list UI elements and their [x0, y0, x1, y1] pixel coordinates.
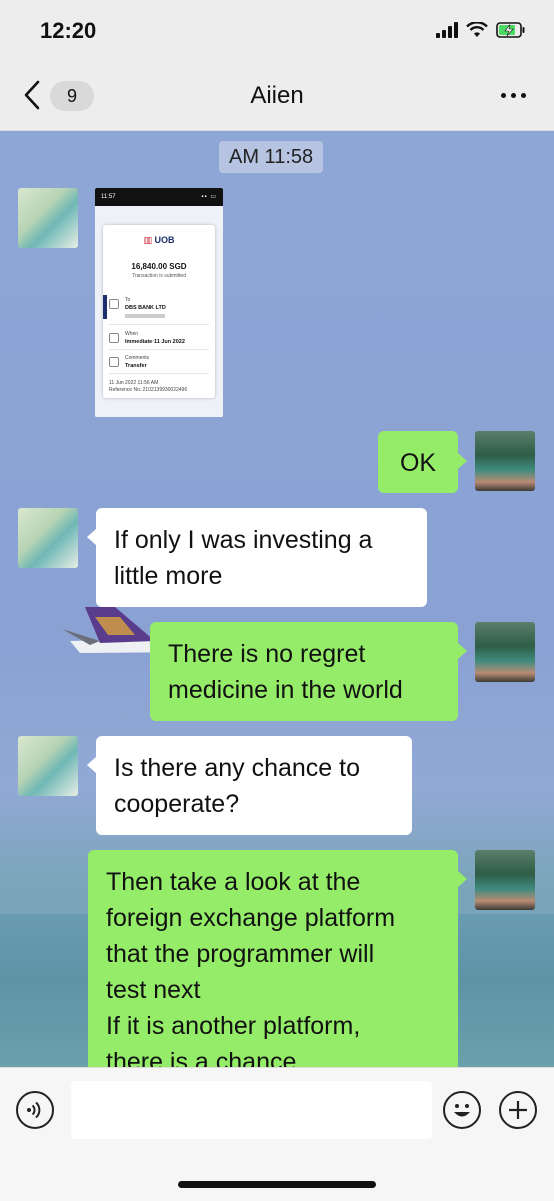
receipt-when-value: Immediate·11 Jun 2022: [125, 339, 185, 345]
my-avatar[interactable]: [475, 850, 535, 910]
message-text: Then take a look at the: [106, 868, 361, 896]
chat-area[interactable]: AM 11:58 11:57 ▪▪ ▭ ▥ UOB 16,840.00 SGD …: [0, 131, 554, 1067]
more-icon[interactable]: [501, 82, 526, 108]
voice-icon[interactable]: [16, 1091, 54, 1129]
message-text: OK: [399, 449, 437, 477]
message-text: cooperate?: [114, 790, 240, 818]
receipt-reference: Reference No.:21021399300224​96: [109, 387, 188, 393]
signal-icon: [436, 22, 458, 38]
message-text: there is a chance: [106, 1048, 297, 1067]
message-bubble-sent[interactable]: There is no regret medicine in the world: [150, 622, 458, 721]
receipt-bank-logo: ▥ UOB: [143, 235, 175, 245]
message-bubble-sent[interactable]: Then take a look at the foreign exchange…: [88, 850, 458, 1067]
calendar-icon: [109, 333, 119, 343]
message-text: test next: [106, 976, 201, 1004]
message-text: If it is another platform,: [106, 1012, 361, 1040]
message-text: foreign exchange platform: [106, 904, 396, 932]
redacted-account: [125, 314, 165, 318]
message-timestamp: AM 11:58: [219, 141, 324, 173]
receipt-when-label: When: [125, 331, 139, 337]
contact-avatar[interactable]: [18, 508, 78, 568]
receipt-image-message[interactable]: 11:57 ▪▪ ▭ ▥ UOB 16,840.00 SGD Transacti…: [95, 188, 223, 417]
message-text: There is no regret: [168, 640, 366, 668]
receipt-to-value: DBS BANK LTD: [125, 305, 166, 311]
status-bar: 12:20: [0, 0, 554, 60]
message-input[interactable]: [71, 1081, 432, 1139]
status-time: 12:20: [40, 18, 97, 43]
my-avatar[interactable]: [475, 622, 535, 682]
chat-title: Aiien: [250, 82, 304, 109]
contact-avatar[interactable]: [18, 736, 78, 796]
message-bubble-received[interactable]: Is there any chance to cooperate?: [96, 736, 412, 835]
emoji-icon[interactable]: [443, 1091, 481, 1129]
receipt-status: Transaction is submitted: [131, 273, 186, 279]
message-text: medicine in the world: [168, 676, 403, 704]
receipt-card: ▥ UOB 16,840.00 SGD Transaction is submi…: [103, 225, 215, 398]
my-avatar[interactable]: [475, 431, 535, 491]
message-text: little more: [114, 562, 223, 590]
battery-icon: [496, 22, 525, 38]
message-text: If only I was investing a: [114, 526, 373, 554]
nav-bar: 9 Aiien: [0, 60, 554, 131]
receipt-comments-value: Transfer: [125, 363, 147, 369]
receipt-footer-time: 11 Jun 2022 11:56 AM: [109, 380, 159, 386]
message-bubble-sent[interactable]: OK: [378, 431, 458, 493]
receipt-phone-time: 11:57: [101, 194, 116, 200]
input-bar: [0, 1067, 554, 1201]
bank-icon: [109, 299, 119, 309]
comment-icon: [109, 357, 119, 367]
contact-avatar[interactable]: [18, 188, 78, 248]
status-icons: [436, 22, 526, 38]
wifi-icon: [466, 22, 488, 37]
message-bubble-received[interactable]: If only I was investing a little more: [96, 508, 427, 607]
receipt-to-label: To: [125, 297, 131, 303]
plus-icon[interactable]: [499, 1091, 537, 1129]
receipt-amount: 16,840.00 SGD: [131, 262, 187, 271]
receipt-comments-label: Comments: [125, 355, 150, 361]
home-indicator: [178, 1181, 376, 1188]
receipt-status-bar: 11:57 ▪▪ ▭: [95, 188, 223, 206]
message-text: Is there any chance to: [114, 754, 360, 782]
message-text: that the programmer will: [106, 940, 375, 968]
